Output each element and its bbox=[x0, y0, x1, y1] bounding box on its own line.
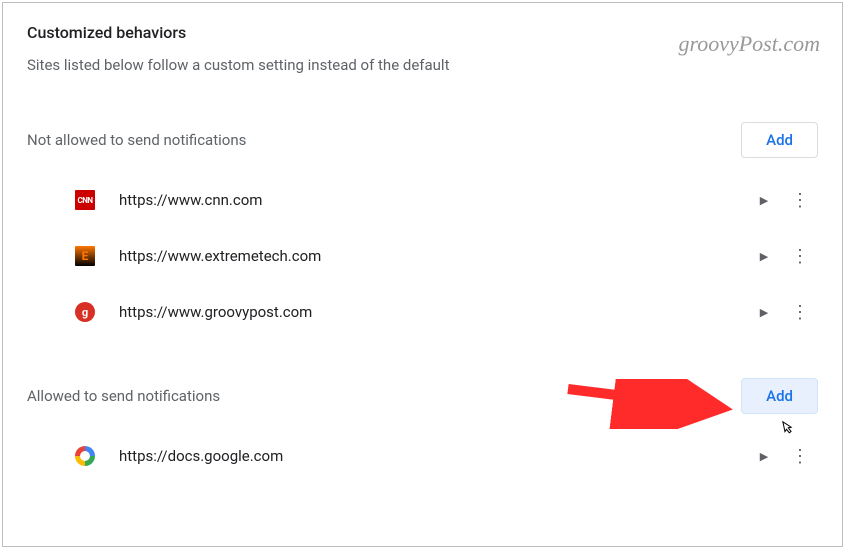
allowed-label: Allowed to send notifications bbox=[27, 387, 220, 405]
more-menu-icon[interactable]: ⋮ bbox=[782, 446, 818, 467]
header-block: Customized behaviors Sites listed below … bbox=[3, 3, 842, 84]
settings-panel: groovyPost.com Customized behaviors Site… bbox=[2, 2, 843, 547]
cnn-favicon: CNN bbox=[75, 190, 95, 210]
not-allowed-label: Not allowed to send notifications bbox=[27, 131, 246, 149]
more-menu-icon[interactable]: ⋮ bbox=[782, 302, 818, 323]
site-row[interactable]: https://docs.google.com ▶ ⋮ bbox=[3, 428, 842, 484]
site-url: https://www.cnn.com bbox=[119, 191, 746, 209]
extremetech-favicon: E bbox=[75, 246, 95, 266]
site-row[interactable]: CNN https://www.cnn.com ▶ ⋮ bbox=[3, 172, 842, 228]
site-url: https://www.groovypost.com bbox=[119, 303, 746, 321]
expand-arrow-icon[interactable]: ▶ bbox=[746, 450, 782, 463]
not-allowed-header: Not allowed to send notifications Add bbox=[3, 108, 842, 172]
more-menu-icon[interactable]: ⋮ bbox=[782, 190, 818, 211]
add-not-allowed-button[interactable]: Add bbox=[741, 122, 818, 158]
section-subtitle: Sites listed below follow a custom setti… bbox=[27, 56, 818, 74]
site-row[interactable]: g https://www.groovypost.com ▶ ⋮ bbox=[3, 284, 842, 340]
google-docs-favicon bbox=[75, 446, 95, 466]
groovypost-favicon: g bbox=[75, 302, 95, 322]
more-menu-icon[interactable]: ⋮ bbox=[782, 246, 818, 267]
site-url: https://www.extremetech.com bbox=[119, 247, 746, 265]
site-url: https://docs.google.com bbox=[119, 447, 746, 465]
expand-arrow-icon[interactable]: ▶ bbox=[746, 250, 782, 263]
add-allowed-button[interactable]: Add bbox=[741, 378, 818, 414]
section-title: Customized behaviors bbox=[27, 23, 818, 42]
expand-arrow-icon[interactable]: ▶ bbox=[746, 194, 782, 207]
allowed-header: Allowed to send notifications Add bbox=[3, 364, 842, 428]
expand-arrow-icon[interactable]: ▶ bbox=[746, 306, 782, 319]
site-row[interactable]: E https://www.extremetech.com ▶ ⋮ bbox=[3, 228, 842, 284]
